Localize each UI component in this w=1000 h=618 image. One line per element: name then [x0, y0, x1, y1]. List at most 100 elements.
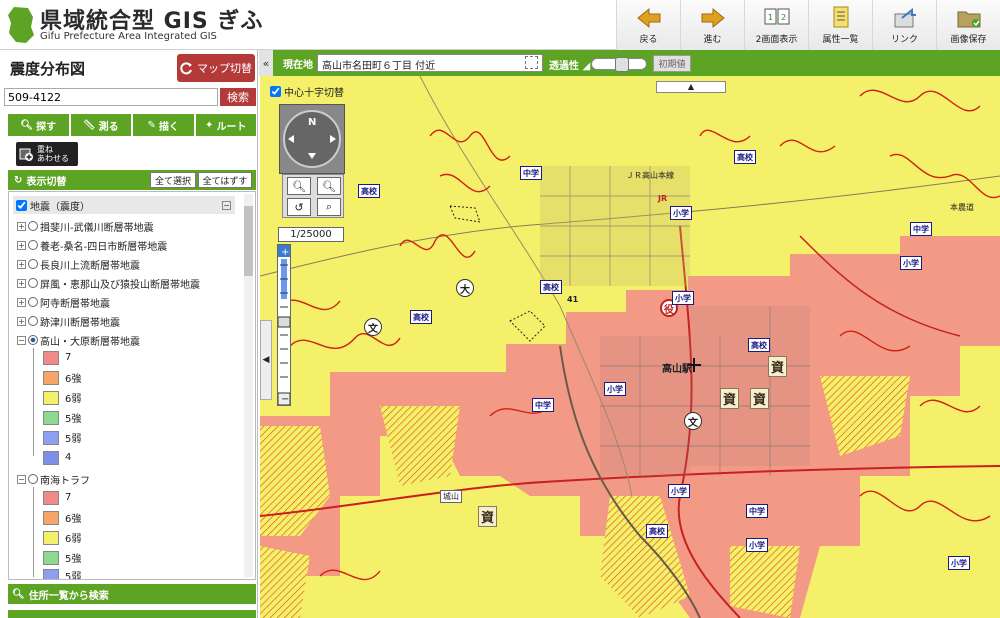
tree-root: 地震（震度） − [13, 196, 235, 214]
high-school-symbol[interactable]: 高校 [410, 310, 432, 324]
scrollbar-thumb[interactable] [244, 206, 253, 276]
museum-symbol[interactable]: 資 [478, 506, 498, 527]
tree-item[interactable]: + 長良川上流断層帯地震 [17, 256, 140, 272]
layer-radio[interactable] [28, 474, 38, 484]
find-tool-button[interactable]: 🔍︎ 探す [8, 114, 69, 136]
tree-item[interactable]: + 跡津川断層帯地震 [17, 313, 120, 329]
elementary-school-symbol[interactable]: 小学 [746, 538, 768, 552]
layer-radio[interactable] [28, 316, 38, 326]
zoom-in-button[interactable]: 🔍︎ [287, 177, 311, 195]
expand-icon[interactable]: + [17, 221, 26, 231]
zoom-slider[interactable]: + − [277, 244, 291, 406]
junior-high-symbol[interactable]: 中学 [532, 398, 554, 412]
map-switch-button[interactable]: マップ切替 [177, 54, 255, 82]
elementary-school-symbol[interactable]: 小学 [900, 256, 922, 270]
expand-icon[interactable]: + [17, 278, 26, 288]
tree-item[interactable]: + 阿寺断層帯地震 [17, 294, 110, 310]
high-school-symbol[interactable]: 高校 [540, 280, 562, 294]
layer-radio[interactable] [28, 240, 38, 250]
search-row: 検索 [4, 88, 256, 106]
map-canvas[interactable]: 文 文 大 役 小学 小学 小学 小学 小学 中学 中学 中学 中学 小学 小学… [260, 76, 1000, 618]
layer-radio[interactable] [28, 297, 38, 307]
address-search-button[interactable]: 🔍︎ 住所一覧から検索 [8, 584, 256, 604]
legend-swatch [43, 490, 59, 505]
collapse-icon[interactable]: − [17, 335, 26, 345]
high-school-symbol[interactable]: 高校 [358, 184, 380, 198]
zoom-out-button[interactable]: 🔍︎ [317, 177, 341, 195]
route-tool-button[interactable]: ✦ ルート [195, 114, 256, 136]
legend-swatch [43, 430, 59, 445]
expand-icon[interactable]: + [17, 240, 26, 250]
crosshair-icon[interactable] [525, 56, 538, 69]
elementary-school-symbol[interactable]: 小学 [668, 484, 690, 498]
school-symbol[interactable]: 文 [364, 318, 382, 336]
tree-item[interactable]: + 養老-桑名-四日市断層帯地震 [17, 237, 167, 253]
select-all-button[interactable]: 全て選択 [150, 172, 196, 188]
arrow-left-icon [636, 7, 660, 29]
rotate-reset-button[interactable]: ↺ [287, 198, 311, 216]
overlay-button[interactable]: 重ね あわせる [16, 142, 78, 166]
layer-radio[interactable] [28, 221, 38, 231]
center-cross-toggle[interactable]: 中心十字切替 [270, 84, 344, 99]
elementary-school-symbol[interactable]: 小学 [672, 291, 694, 305]
elementary-school-symbol[interactable]: 小学 [948, 556, 970, 570]
link-button[interactable]: リンク [872, 0, 936, 50]
tree-item[interactable]: + 揖斐川-武儀川断層帯地震 [17, 218, 154, 234]
legend-swatch [43, 450, 59, 465]
root-checkbox[interactable] [16, 199, 27, 211]
measure-tool-button[interactable]: 📏︎ 測る [70, 114, 131, 136]
high-school-symbol[interactable]: 高校 [646, 524, 668, 538]
legend-swatch [43, 350, 59, 365]
tree-item-selected[interactable]: − 高山・大原断層帯地震 [17, 332, 140, 348]
layer-radio[interactable] [28, 278, 38, 288]
center-cross-checkbox[interactable] [270, 85, 281, 97]
museum-symbol[interactable]: 資 [750, 388, 770, 409]
location-field[interactable]: 高山市名田町６丁目 付近 [317, 54, 543, 72]
junior-high-symbol[interactable]: 中学 [746, 504, 768, 518]
app-window: 県域統合型 GIS ぎふ Gifu Prefecture Area Integr… [0, 0, 1000, 618]
scale-display[interactable]: 1/25000 [278, 227, 344, 242]
side-handle[interactable]: ◀ [260, 320, 272, 400]
collapse-icon[interactable]: − [222, 200, 231, 210]
tree-scrollbar[interactable] [244, 194, 253, 577]
museum-symbol[interactable]: 資 [720, 388, 740, 409]
toolbar: 戻る 進む 12 2画面表示 属性一覧 リンク 画像保存 [616, 0, 1000, 50]
pan-compass[interactable]: N [279, 104, 345, 174]
railway-label: ＪＲ高山本線 [626, 171, 674, 180]
university-symbol[interactable]: 大 [456, 279, 474, 297]
junior-high-symbol[interactable]: 中学 [520, 166, 542, 180]
collapse-panel-button[interactable]: « [259, 50, 273, 76]
expand-icon[interactable]: + [17, 316, 26, 326]
high-school-symbol[interactable]: 高校 [734, 150, 756, 164]
elementary-school-symbol[interactable]: 高校 [748, 338, 770, 352]
search-button[interactable]: 検索 [220, 88, 256, 106]
image-save-button[interactable]: 画像保存 [936, 0, 1000, 50]
elementary-school-symbol[interactable]: 小学 [604, 382, 626, 396]
draw-tool-button[interactable]: ✎ 描く [133, 114, 194, 136]
dual-screen-button[interactable]: 12 2画面表示 [744, 0, 808, 50]
tree-item[interactable]: + 屏風・恵那山及び猿投山断層帯地震 [17, 275, 200, 291]
zoom-area-button[interactable]: ⌕ [317, 198, 341, 216]
expand-icon[interactable]: + [17, 297, 26, 307]
app-subtitle: Gifu Prefecture Area Integrated GIS [40, 31, 217, 42]
transparency-slider[interactable] [591, 57, 647, 72]
search-input[interactable] [4, 88, 218, 106]
palette-icon: ✎ [147, 119, 156, 131]
deselect-all-button[interactable]: 全てはずす [198, 172, 252, 188]
tree-item[interactable]: − 南海トラフ [17, 471, 90, 487]
back-button[interactable]: 戻る [616, 0, 680, 50]
slider-handle[interactable] [615, 57, 630, 72]
expand-icon[interactable]: + [17, 259, 26, 269]
layer-radio-selected[interactable] [28, 335, 38, 345]
attribute-list-button[interactable]: 属性一覧 [808, 0, 872, 50]
junior-high-symbol[interactable]: 中学 [910, 222, 932, 236]
elementary-school-symbol[interactable]: 小学 [670, 206, 692, 220]
reset-transparency-button[interactable]: 初期値 [653, 55, 691, 72]
forward-button[interactable]: 進む [680, 0, 744, 50]
svg-text:2: 2 [781, 13, 786, 22]
school-symbol[interactable]: 文 [684, 412, 702, 430]
museum-symbol[interactable]: 資 [768, 356, 788, 377]
layer-radio[interactable] [28, 259, 38, 269]
map-top-handle[interactable]: ▲ [656, 81, 726, 93]
collapse-icon[interactable]: − [17, 474, 26, 484]
